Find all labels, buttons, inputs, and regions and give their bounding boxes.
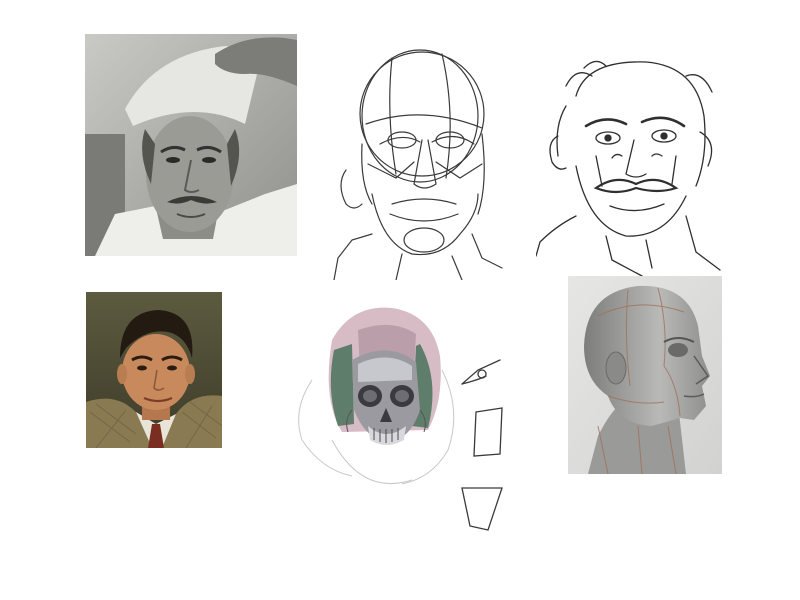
skull-study-sketch-drawing [298,307,455,485]
shape-studies [456,354,518,534]
photo-actor-portrait-image [86,292,222,448]
sketch-head-construction-drawing [333,49,503,280]
photo-actor-portrait [86,292,222,448]
rectangle-shape [473,407,503,457]
photo-elderly-man [85,34,297,256]
skull-study-sketch [292,300,460,496]
shape-studies-drawing [461,359,503,531]
ecorche-head-model-image [568,276,722,474]
trapezoid-shape [461,487,503,531]
ecorche-head-model [568,276,722,474]
eye-wedge-shape [461,359,501,385]
sketch-head-finished [536,56,722,276]
sketch-head-finished-drawing [536,60,721,276]
photo-elderly-man-image [85,34,297,256]
sketch-head-construction [332,44,512,280]
